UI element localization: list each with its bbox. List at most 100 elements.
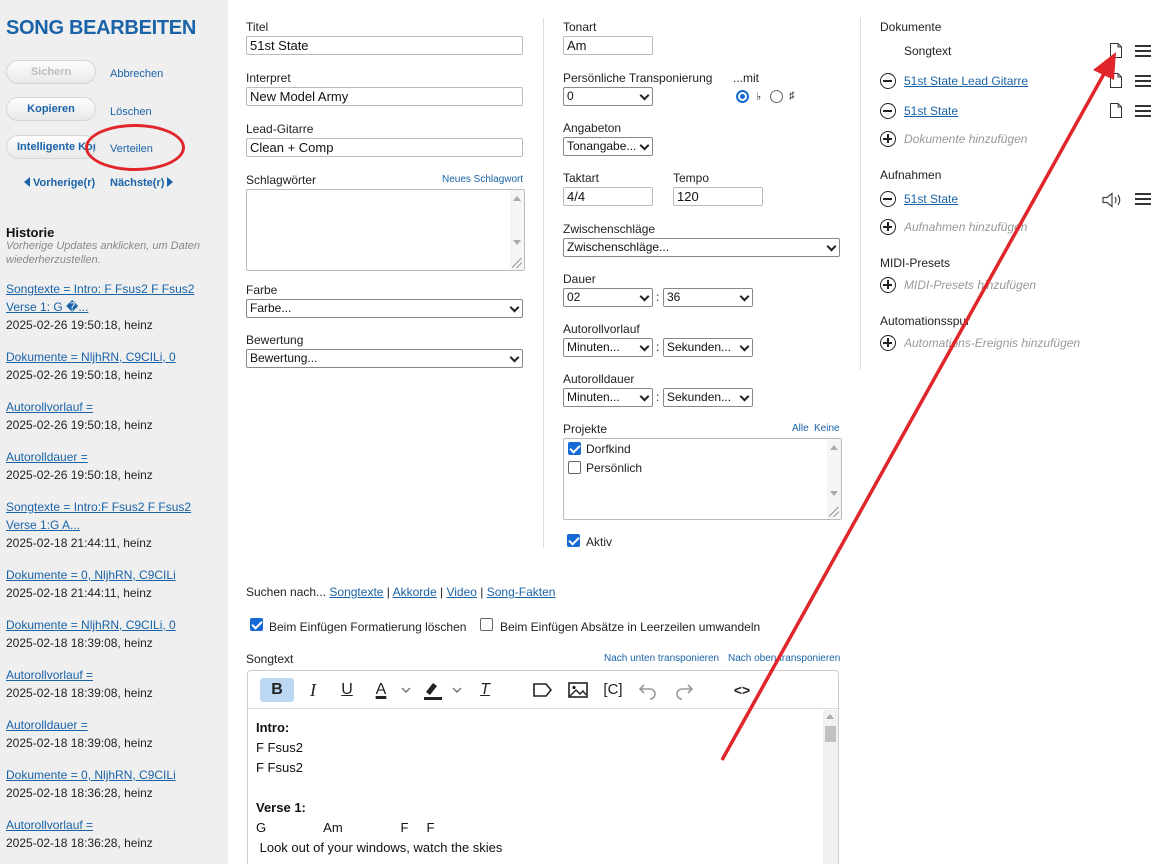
italic-button[interactable]: I — [300, 678, 326, 702]
search-chords-link[interactable]: Akkorde — [393, 585, 437, 599]
chevron-down-icon[interactable] — [399, 678, 413, 702]
count-in-select[interactable]: Tonangabe... — [563, 137, 653, 156]
history-change-link[interactable]: Songtexte = Intro: F Fsus2 F Fsus2 — [6, 280, 221, 298]
underline-button[interactable]: U — [334, 678, 360, 702]
speaker-icon[interactable] — [1102, 192, 1124, 208]
history-change-link[interactable]: Songtexte = Intro:F Fsus2 F Fsus2 — [6, 498, 221, 516]
remove-icon[interactable] — [880, 103, 896, 119]
meter-input[interactable]: 4/4 — [563, 187, 653, 206]
history-change-link[interactable]: Autorollvorlauf = — [6, 398, 221, 416]
history-change-link[interactable]: Dokumente = 0, NljhRN, C9CILi — [6, 766, 221, 784]
search-video-link[interactable]: Video — [446, 585, 476, 599]
redo-icon[interactable] — [672, 678, 696, 702]
add-icon[interactable] — [880, 219, 896, 235]
remove-icon[interactable] — [880, 191, 896, 207]
transpose-select[interactable]: 0 — [563, 87, 653, 106]
scroll-pre-minutes-select[interactable]: Minuten... — [563, 338, 653, 357]
tempo-input[interactable]: 120 — [673, 187, 763, 206]
history-entry[interactable]: Songtexte = Intro:F Fsus2 F Fsus2 Verse 1… — [6, 498, 221, 552]
history-change-link[interactable]: Dokumente = NljhRN, C9CILi, 0 — [6, 348, 221, 366]
lyrics-editor[interactable]: B I U A T [C] <> Intro: F Fsus2 F Fsus2 Ver… — [247, 670, 839, 864]
rating-select[interactable]: Bewertung... — [246, 349, 523, 368]
scroll-pre-seconds-select[interactable]: Sekunden... — [663, 338, 753, 357]
history-entry[interactable]: Autorolldauer = 2025-02-26 19:50:18, hein… — [6, 448, 221, 484]
history-change-link[interactable]: Dokumente = 0, NljhRN, C9CILi — [6, 566, 221, 584]
strikes-select[interactable]: Zwischenschläge... — [563, 238, 840, 257]
lead-guitar-input[interactable]: Clean + Comp — [246, 138, 523, 157]
next-link[interactable]: Nächste(r) — [110, 177, 174, 189]
projects-none-link[interactable]: Keine — [814, 423, 840, 434]
color-select[interactable]: Farbe... — [246, 299, 523, 318]
history-entry[interactable]: Dokumente = 0, NljhRN, C9CILi 2025-02-18 … — [6, 566, 221, 602]
sharp-radio[interactable] — [770, 90, 783, 103]
history-change-link[interactable]: Autorolldauer = — [6, 448, 221, 466]
undo-icon[interactable] — [636, 678, 660, 702]
new-keyword-link[interactable]: Neues Schlagwort — [442, 174, 523, 185]
add-documents-link[interactable]: Dokumente hinzufügen — [904, 132, 1027, 146]
add-icon[interactable] — [880, 335, 896, 351]
history-entry[interactable]: Dokumente = NljhRN, C9CILi, 0 2025-02-18 … — [6, 616, 221, 652]
add-icon[interactable] — [880, 131, 896, 147]
history-change-link[interactable]: Verse 1: G �... — [6, 298, 221, 316]
menu-icon[interactable] — [1135, 105, 1151, 117]
history-change-link[interactable]: Autorollvorlauf = — [6, 666, 221, 684]
project-checkbox[interactable] — [568, 442, 581, 455]
add-automation-link[interactable]: Automations-Ereignis hinzufügen — [904, 336, 1080, 350]
history-entry[interactable]: Autorollvorlauf = 2025-02-18 18:36:28, he… — [6, 816, 221, 852]
project-checkbox[interactable] — [568, 461, 581, 474]
artist-input[interactable]: New Model Army — [246, 87, 523, 106]
add-recordings-link[interactable]: Aufnahmen hinzufügen — [904, 220, 1027, 234]
active-checkbox[interactable] — [567, 534, 580, 547]
history-entry[interactable]: Autorollvorlauf = 2025-02-26 19:50:18, he… — [6, 398, 221, 434]
search-lyrics-link[interactable]: Songtexte — [329, 585, 383, 599]
history-entry[interactable]: Autorollvorlauf = 2025-02-18 18:39:08, he… — [6, 666, 221, 702]
tag-icon[interactable] — [530, 678, 556, 702]
keywords-textarea[interactable] — [246, 189, 525, 271]
scroll-thumb[interactable] — [825, 726, 836, 742]
projects-list[interactable]: Dorfkind Persönlich — [563, 438, 842, 520]
editor-content[interactable]: Intro: F Fsus2 F Fsus2 Verse 1: G Am F F Loo… — [248, 710, 824, 864]
history-change-link[interactable]: Verse 1:G A... — [6, 516, 221, 534]
chevron-down-icon[interactable] — [450, 678, 464, 702]
title-input[interactable]: 51st State — [246, 36, 523, 55]
file-icon[interactable] — [1110, 73, 1122, 88]
paste-paragraph-checkbox[interactable] — [480, 618, 493, 631]
cancel-link[interactable]: Abbrechen — [110, 68, 163, 80]
history-entry[interactable]: Autorolldauer = 2025-02-18 18:39:08, hein… — [6, 716, 221, 752]
recording-link[interactable]: 51st State — [904, 192, 958, 206]
history-change-link[interactable]: Autorollvorlauf = — [6, 816, 221, 834]
resize-grip-icon[interactable] — [829, 507, 839, 517]
chord-button[interactable]: [C] — [598, 678, 628, 702]
text-color-button[interactable]: A — [370, 678, 392, 702]
paste-clear-format-checkbox[interactable] — [250, 618, 263, 631]
transpose-up-link[interactable]: Nach oben transponieren — [728, 653, 840, 664]
save-button[interactable]: Sichern — [6, 60, 96, 84]
document-link[interactable]: 51st State — [904, 104, 958, 118]
add-midi-link[interactable]: MIDI-Presets hinzufügen — [904, 278, 1036, 292]
remove-icon[interactable] — [880, 73, 896, 89]
history-change-link[interactable]: Autorolldauer = — [6, 716, 221, 734]
menu-icon[interactable] — [1135, 193, 1151, 205]
menu-icon[interactable] — [1135, 45, 1151, 57]
search-songfacts-link[interactable]: Song-Fakten — [487, 585, 556, 599]
image-icon[interactable] — [565, 678, 591, 702]
history-entry[interactable]: Dokumente = NljhRN, C9CILi, 0 2025-02-26 … — [6, 348, 221, 384]
file-icon[interactable] — [1110, 43, 1122, 58]
editor-scrollbar[interactable] — [823, 710, 838, 864]
key-input[interactable]: Am — [563, 36, 653, 55]
clear-format-button[interactable]: T — [472, 678, 498, 702]
menu-icon[interactable] — [1135, 75, 1151, 87]
history-entry[interactable]: Songtexte = Intro: F Fsus2 F Fsus2 Verse … — [6, 280, 221, 334]
scroll-duration-minutes-select[interactable]: Minuten... — [563, 388, 653, 407]
smart-copy-button[interactable]: Intelligente Kopie — [6, 135, 96, 159]
projects-all-link[interactable]: Alle — [792, 423, 809, 434]
bold-button[interactable]: B — [260, 678, 294, 702]
previous-link[interactable]: Vorherige(r) — [24, 177, 95, 189]
document-link[interactable]: 51st State Lead Gitarre — [904, 74, 1028, 88]
copy-button[interactable]: Kopieren — [6, 97, 96, 121]
add-icon[interactable] — [880, 277, 896, 293]
history-entry[interactable]: Dokumente = 0, NljhRN, C9CILi 2025-02-18 … — [6, 766, 221, 802]
delete-link[interactable]: Löschen — [110, 106, 152, 118]
duration-seconds-select[interactable]: 36 — [663, 288, 753, 307]
scroll-duration-seconds-select[interactable]: Sekunden... — [663, 388, 753, 407]
